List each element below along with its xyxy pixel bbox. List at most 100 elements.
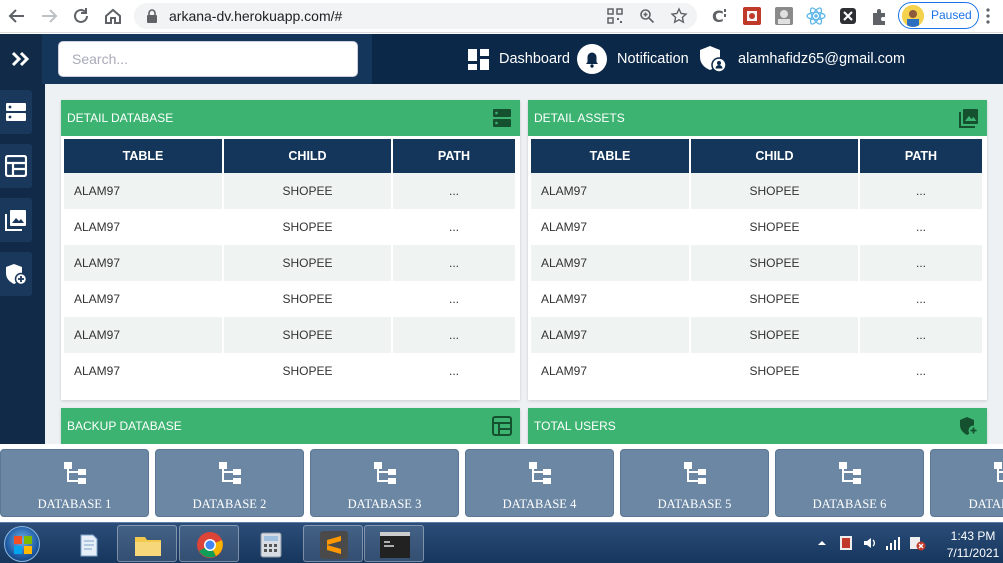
detail-database-header: DETAIL DATABASE: [61, 100, 520, 136]
security-flag-icon[interactable]: [837, 534, 855, 552]
sidebar-item-backup[interactable]: [0, 144, 32, 188]
forward-icon[interactable]: [38, 5, 60, 27]
column-header[interactable]: CHILD: [223, 139, 393, 173]
database-tile[interactable]: DATABASE 7: [930, 449, 1003, 517]
card-title: TOTAL USERS: [534, 419, 616, 433]
taskbar-pinned-app[interactable]: [58, 525, 118, 562]
extensions-puzzle-icon[interactable]: [869, 5, 891, 27]
sidebar-item-database[interactable]: [0, 90, 32, 134]
database-label: DATABASE 5: [657, 497, 732, 511]
bookmark-star-icon[interactable]: [670, 7, 688, 25]
database-label: DATABASE 6: [812, 497, 887, 511]
table-row[interactable]: ALAM97 SHOPEE...: [64, 353, 515, 389]
calculator-icon: [260, 532, 282, 558]
table-cell: SHOPEE: [223, 209, 393, 245]
table-cell: ...: [392, 353, 515, 389]
taskbar-explorer[interactable]: [117, 525, 177, 562]
action-center-icon[interactable]: [908, 534, 926, 552]
table-cell: SHOPEE: [690, 209, 860, 245]
reload-icon[interactable]: [70, 5, 92, 27]
qr-code-icon[interactable]: [607, 8, 623, 24]
table-row[interactable]: ALAM97 SHOPEE...: [531, 173, 982, 209]
column-header[interactable]: PATH: [392, 139, 515, 173]
double-chevron-right-icon[interactable]: [11, 51, 31, 67]
table-row[interactable]: ALAM97 SHOPEE...: [531, 281, 982, 317]
table-row[interactable]: ALAM97 SHOPEE...: [64, 173, 515, 209]
lock-icon[interactable]: [146, 9, 158, 23]
sidebar-toggle[interactable]: [0, 34, 42, 84]
database-tile[interactable]: DATABASE 5: [620, 449, 769, 517]
taskbar-calculator[interactable]: [241, 525, 301, 562]
table-cell: ...: [859, 281, 982, 317]
react-devtools-icon[interactable]: [805, 5, 827, 27]
extension-x-icon[interactable]: [837, 5, 859, 27]
table-row[interactable]: ALAM97 SHOPEE...: [531, 245, 982, 281]
table-cell: SHOPEE: [223, 353, 393, 389]
clock-date[interactable]: 7/11/2021: [943, 546, 1003, 560]
extension-c-icon[interactable]: C: [709, 5, 731, 27]
user-account[interactable]: alamhafidz65@gmail.com: [698, 34, 905, 84]
table-cell: ...: [392, 281, 515, 317]
database-tile[interactable]: DATABASE 2: [155, 449, 304, 517]
table-row[interactable]: ALAM97 SHOPEE...: [531, 317, 982, 353]
detail-assets-table: TABLE CHILD PATH ALAM97 SHOPEE... ALAM97 S…: [531, 139, 982, 389]
app-header: Dashboard Notification alamhafidz65@gmai…: [0, 34, 1003, 84]
address-bar[interactable]: arkana-dv.herokuapp.com/#: [134, 3, 697, 29]
profile-paused-button[interactable]: Paused: [898, 2, 979, 29]
database-tile[interactable]: DATABASE 1: [0, 449, 149, 517]
taskbar-chrome[interactable]: [179, 525, 239, 562]
card-title: DETAIL DATABASE: [67, 111, 174, 125]
notification-link[interactable]: Notification: [577, 34, 689, 84]
clock-time[interactable]: 1:43 PM: [943, 529, 1003, 543]
table-row[interactable]: ALAM97 SHOPEE...: [64, 317, 515, 353]
url-text: arkana-dv.herokuapp.com/#: [169, 8, 343, 24]
extension-picture-icon[interactable]: [741, 5, 763, 27]
backup-database-header: BACKUP DATABASE: [61, 408, 520, 444]
volume-icon[interactable]: [862, 535, 878, 551]
show-hidden-icons-icon[interactable]: [817, 538, 827, 548]
column-header[interactable]: CHILD: [690, 139, 860, 173]
detail-database-table: TABLE CHILD PATH ALAM97 SHOPEE... ALAM97 S…: [64, 139, 515, 389]
search-input[interactable]: [58, 41, 358, 77]
table-cell: ...: [859, 353, 982, 389]
table-cell: ...: [392, 245, 515, 281]
table-row[interactable]: ALAM97 SHOPEE...: [64, 281, 515, 317]
backup-layout-icon: [492, 416, 512, 436]
total-users-header: TOTAL USERS: [528, 408, 987, 444]
sidebar-item-users[interactable]: [0, 252, 32, 296]
taskbar-sublime[interactable]: [303, 525, 363, 562]
bell-icon: [577, 44, 607, 74]
table-cell: SHOPEE: [690, 281, 860, 317]
column-header[interactable]: TABLE: [64, 139, 224, 173]
windows-logo-icon: [14, 536, 32, 554]
network-signal-icon[interactable]: [885, 535, 901, 551]
home-icon[interactable]: [102, 5, 124, 27]
database-tile[interactable]: DATABASE 3: [310, 449, 459, 517]
table-row[interactable]: ALAM97 SHOPEE...: [531, 353, 982, 389]
table-cell: ...: [392, 173, 515, 209]
column-header[interactable]: TABLE: [531, 139, 691, 173]
zoom-icon[interactable]: [639, 8, 655, 24]
folder-icon: [135, 537, 161, 556]
taskbar-command-prompt[interactable]: [364, 525, 424, 562]
card-title: DETAIL ASSETS: [534, 111, 625, 125]
extension-profile-icon[interactable]: [773, 5, 795, 27]
column-header[interactable]: PATH: [859, 139, 982, 173]
table-row[interactable]: ALAM97 SHOPEE...: [64, 209, 515, 245]
table-header-row: TABLE CHILD PATH: [64, 139, 515, 173]
table-cell: SHOPEE: [690, 245, 860, 281]
dashboard-link[interactable]: Dashboard: [468, 34, 570, 84]
detail-assets-card: DETAIL ASSETS TABLE CHILD PATH ALAM97 SHO…: [528, 100, 987, 400]
table-cell: ...: [859, 317, 982, 353]
sidebar-item-assets[interactable]: [0, 198, 32, 242]
start-button[interactable]: [4, 526, 40, 562]
table-row[interactable]: ALAM97 SHOPEE...: [531, 209, 982, 245]
server-icon: [493, 109, 511, 127]
notepad-icon: [80, 534, 98, 557]
back-icon[interactable]: [6, 5, 28, 27]
table-row[interactable]: ALAM97 SHOPEE...: [64, 245, 515, 281]
browser-menu-icon[interactable]: [986, 8, 990, 24]
database-tile[interactable]: DATABASE 4: [465, 449, 614, 517]
database-tile[interactable]: DATABASE 6: [775, 449, 924, 517]
table-cell: SHOPEE: [223, 173, 393, 209]
